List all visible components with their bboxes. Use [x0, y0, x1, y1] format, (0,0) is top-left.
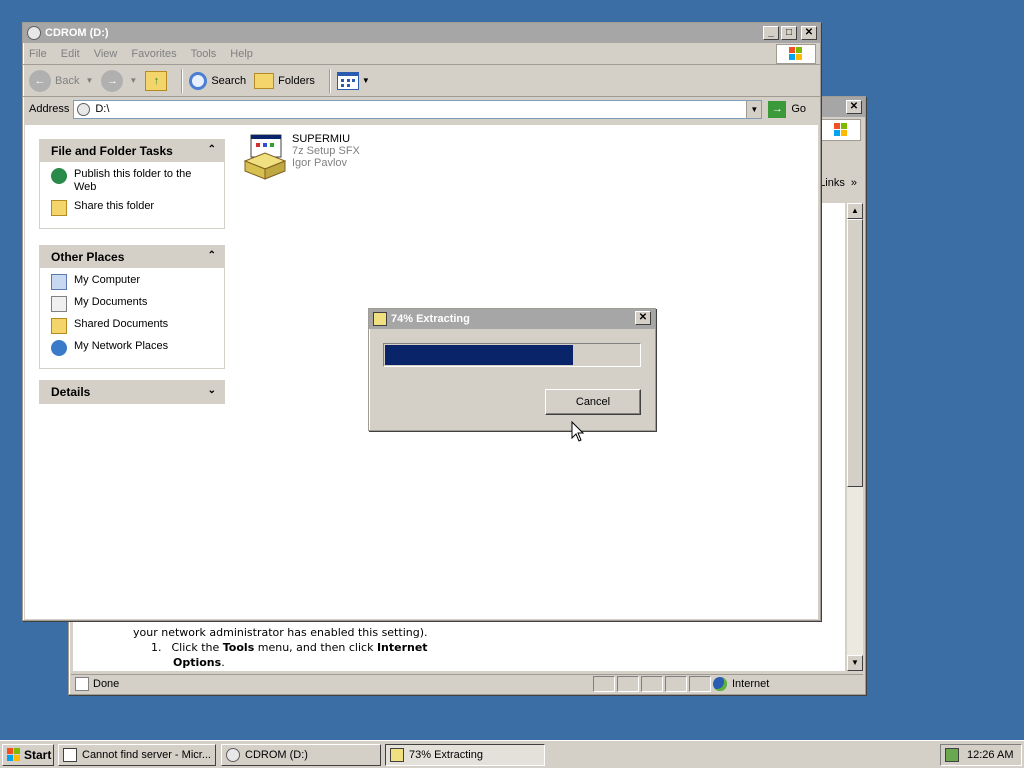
share-folder-link[interactable]: Share this folder: [51, 200, 216, 216]
expand-icon[interactable]: ⌄: [208, 385, 216, 396]
folder-icon: [254, 72, 275, 89]
documents-icon: [51, 296, 67, 312]
taskbar-item-cdrom[interactable]: CDROM (D:): [221, 744, 381, 766]
back-button[interactable]: ← Back ▼: [29, 69, 94, 92]
ie-statusbar: Done Internet: [71, 674, 863, 692]
minimize-button[interactable]: _: [763, 26, 779, 40]
network-icon: [51, 340, 67, 356]
go-arrow-icon: →: [768, 100, 787, 118]
scroll-down-button[interactable]: ▼: [847, 655, 863, 671]
folder-up-icon: ↑: [145, 70, 168, 91]
menu-favorites[interactable]: Favorites: [131, 48, 176, 60]
zone-indicator: Internet: [713, 676, 769, 691]
windows-logo-icon: [776, 44, 816, 64]
file-folder-tasks-panel: File and Folder Tasks ⌃ Publish this fol…: [39, 139, 225, 229]
address-dropdown-button[interactable]: ▼: [746, 100, 762, 118]
extracting-dialog: 74% Extracting ✕ Cancel: [368, 308, 656, 431]
7z-app-icon: [373, 312, 387, 326]
dialog-titlebar[interactable]: 74% Extracting ✕: [369, 309, 655, 329]
menu-edit[interactable]: Edit: [61, 48, 80, 60]
address-input[interactable]: D:\ ▼: [73, 99, 763, 119]
close-button[interactable]: ✕: [801, 26, 817, 40]
scroll-thumb[interactable]: [847, 219, 863, 487]
my-documents-link[interactable]: My Documents: [51, 296, 216, 312]
taskbar-item-extracting[interactable]: 73% Extracting: [385, 744, 545, 766]
chevron-down-icon: ▼: [85, 76, 94, 85]
globe-icon: [713, 676, 727, 691]
file-item[interactable]: SUPERMIU 7z Setup SFX Igor Pavlov: [241, 133, 360, 181]
ie-close-button[interactable]: ✕: [846, 100, 862, 114]
start-button[interactable]: Start: [2, 744, 54, 766]
other-places-panel: Other Places ⌃ My Computer My Documents …: [39, 245, 225, 369]
system-tray: 12:26 AM: [940, 744, 1022, 766]
computer-icon: [51, 274, 67, 290]
menu-tools[interactable]: Tools: [191, 48, 217, 60]
folder-icon: [51, 318, 67, 334]
address-bar: Address D:\ ▼ → Go: [23, 97, 820, 121]
details-header[interactable]: Details ⌄: [40, 381, 224, 403]
dialog-close-button[interactable]: ✕: [635, 311, 651, 325]
chevron-right-icon: »: [850, 177, 857, 189]
menubar: File Edit View Favorites Tools Help: [23, 43, 820, 65]
cancel-button[interactable]: Cancel: [545, 389, 641, 415]
scroll-up-button[interactable]: ▲: [847, 203, 863, 219]
mouse-cursor-icon: [571, 421, 585, 442]
cd-drive-icon: [27, 26, 41, 40]
ie-content-text: your network administrator has enabled t…: [133, 626, 428, 669]
my-computer-link[interactable]: My Computer: [51, 274, 216, 290]
progress-bar: [383, 343, 641, 367]
explorer-titlebar[interactable]: CDROM (D:) _ □ ✕: [23, 23, 820, 43]
views-button[interactable]: ▼: [336, 71, 370, 90]
cd-drive-icon: [77, 102, 91, 116]
progress-fill: [385, 345, 573, 365]
search-icon: [189, 71, 208, 90]
details-panel: Details ⌄: [39, 380, 225, 404]
other-places-header[interactable]: Other Places ⌃: [40, 246, 224, 268]
taskbar-item-ie[interactable]: Cannot find server - Micr...: [58, 744, 216, 766]
back-arrow-icon: ←: [29, 69, 51, 92]
shared-folder-icon: [51, 200, 67, 216]
cd-drive-icon: [226, 748, 240, 762]
chevron-down-icon: ▼: [361, 76, 370, 85]
installer-icon: [241, 133, 289, 181]
forward-button[interactable]: → ▼: [101, 69, 138, 92]
collapse-icon[interactable]: ⌃: [208, 144, 216, 155]
up-folder-button[interactable]: ↑: [145, 70, 168, 91]
windows-flag-icon: [7, 748, 21, 762]
windows-logo-icon: [821, 119, 861, 141]
collapse-icon[interactable]: ⌃: [208, 250, 216, 261]
ie-vscrollbar[interactable]: ▲ ▼: [847, 203, 863, 671]
menu-file[interactable]: File: [29, 48, 47, 60]
7z-app-icon: [390, 748, 404, 762]
views-icon: [336, 71, 359, 90]
clock[interactable]: 12:26 AM: [967, 749, 1013, 761]
standard-toolbar: ← Back ▼ → ▼ ↑ Search Folders ▼: [23, 65, 820, 97]
maximize-button[interactable]: □: [781, 26, 797, 40]
search-button[interactable]: Search: [189, 71, 246, 90]
menu-help[interactable]: Help: [230, 48, 253, 60]
menu-view[interactable]: View: [94, 48, 118, 60]
go-button[interactable]: → Go: [768, 100, 806, 118]
folders-button[interactable]: Folders: [254, 72, 315, 89]
links-label[interactable]: Links»: [819, 177, 857, 189]
shared-documents-link[interactable]: Shared Documents: [51, 318, 216, 334]
page-done-icon: [75, 676, 89, 691]
taskbar: Start Cannot find server - Micr... CDROM…: [0, 740, 1024, 768]
forward-arrow-icon: →: [101, 69, 124, 92]
publish-folder-link[interactable]: Publish this folder to the Web: [51, 168, 216, 194]
ie-icon: [63, 748, 77, 762]
globe-icon: [51, 168, 67, 184]
tray-network-icon[interactable]: [945, 748, 959, 762]
file-folder-tasks-header[interactable]: File and Folder Tasks ⌃: [40, 140, 224, 162]
chevron-down-icon: ▼: [129, 76, 138, 85]
my-network-places-link[interactable]: My Network Places: [51, 340, 216, 356]
